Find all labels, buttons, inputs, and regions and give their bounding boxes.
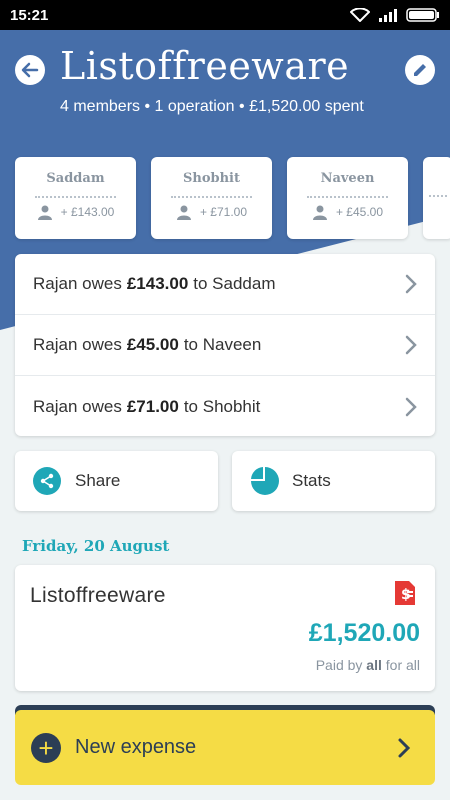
divider <box>307 196 388 198</box>
paid-by-who: all <box>366 657 382 673</box>
member-balance: + £71.00 <box>199 205 248 219</box>
paid-by-text: Paid by all for all <box>316 657 420 673</box>
plus-icon: + <box>31 732 61 763</box>
page-subtitle: 4 members • 1 operation • £1,520.00 spen… <box>60 98 364 115</box>
member-card-partial[interactable] <box>423 157 450 239</box>
wifi-icon <box>350 8 370 22</box>
back-button[interactable] <box>15 55 45 85</box>
debt-amount: £71.00 <box>126 396 179 416</box>
member-balance-row: + £45.00 <box>287 204 408 220</box>
expense-title: Listoffreeware <box>30 584 166 607</box>
debt-prefix: Rajan owes <box>33 396 122 416</box>
share-button[interactable]: Share <box>15 451 218 511</box>
expense-card[interactable]: Listoffreeware $ £1,520.00 Paid by all f… <box>15 565 435 691</box>
status-time: 15:21 <box>10 6 49 24</box>
chevron-right-icon <box>405 274 417 294</box>
share-icon <box>33 467 61 495</box>
member-balance-row: + £71.00 <box>151 204 272 220</box>
paid-by-prefix: Paid by <box>315 657 363 673</box>
debt-suffix: to Saddam <box>193 274 276 293</box>
member-name: Naveen <box>320 171 375 186</box>
debt-row[interactable]: Rajan owes £71.00 to Shobhit <box>15 376 435 437</box>
expense-amount: £1,520.00 <box>308 619 420 647</box>
divider <box>429 195 447 197</box>
header: Listoffreeware 4 members • 1 operation •… <box>0 30 450 145</box>
page-title: Listoffreeware <box>60 44 350 88</box>
debt-suffix: to Shobhit <box>183 396 261 416</box>
chevron-right-icon <box>398 738 411 757</box>
member-card-saddam[interactable]: Saddam + £143.00 <box>15 157 136 239</box>
member-balance-row: + £143.00 <box>15 204 136 220</box>
divider <box>35 196 116 198</box>
signal-icon <box>379 9 397 22</box>
receipt-icon: $ <box>395 581 415 605</box>
edit-button[interactable] <box>405 55 435 85</box>
member-balance: + £45.00 <box>335 205 384 219</box>
pencil-icon <box>414 64 426 76</box>
date-heading: Friday, 20 August <box>22 537 170 555</box>
member-name: Saddam <box>46 171 105 186</box>
member-balance: + £143.00 <box>60 205 115 219</box>
stats-label: Stats <box>292 471 331 490</box>
new-expense-label: New expense <box>75 736 197 758</box>
new-expense-button[interactable]: + New expense <box>15 710 435 785</box>
divider <box>171 196 252 198</box>
share-label: Share <box>75 471 121 490</box>
person-icon <box>37 205 52 220</box>
pie-chart-icon <box>251 467 279 495</box>
stats-button[interactable]: Stats <box>232 451 435 511</box>
chevron-right-icon <box>405 397 417 416</box>
person-icon <box>312 205 327 220</box>
arrow-left-icon <box>21 62 39 78</box>
debt-row[interactable]: Rajan owes £143.00 to Saddam <box>15 254 435 315</box>
debts-list: Rajan owes £143.00 to Saddam Rajan owes … <box>15 254 435 436</box>
debt-row[interactable]: Rajan owes £45.00 to Naveen <box>15 315 435 376</box>
member-card-naveen[interactable]: Naveen + £45.00 <box>287 157 408 239</box>
member-card-shobhit[interactable]: Shobhit + £71.00 <box>151 157 272 239</box>
status-bar: 15:21 <box>0 0 450 30</box>
debt-prefix: Rajan owes <box>33 335 122 354</box>
debt-prefix: Rajan owes <box>33 274 122 293</box>
debt-amount: £143.00 <box>126 274 189 293</box>
person-icon <box>176 205 191 220</box>
status-icons <box>350 8 440 22</box>
paid-by-suffix: for all <box>385 657 420 673</box>
battery-icon <box>406 8 439 22</box>
members-row: Saddam + £143.00 Shobhit + £71.00 Naveen… <box>15 157 450 239</box>
chevron-right-icon <box>405 335 417 355</box>
debt-amount: £45.00 <box>126 335 179 354</box>
debt-suffix: to Naveen <box>183 335 262 354</box>
member-name: Shobhit <box>183 171 240 186</box>
